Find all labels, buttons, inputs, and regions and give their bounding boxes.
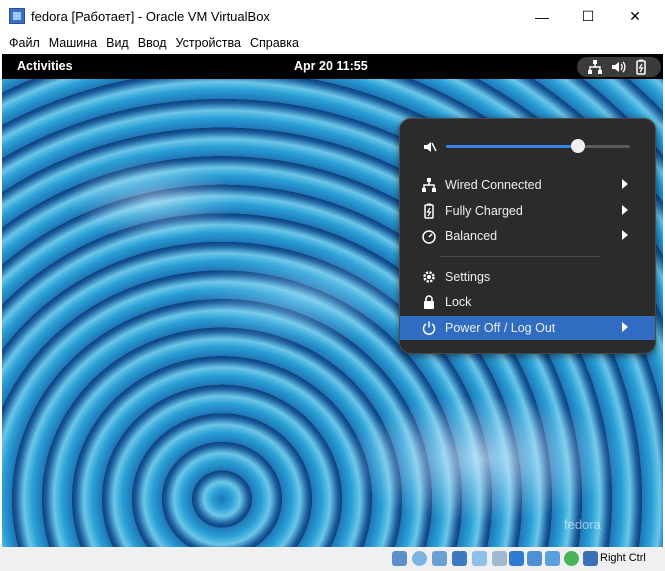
menu-item-label: Lock [445,295,472,309]
submenu-arrow-icon [622,322,628,332]
window-title: fedora [Работает] - Oracle VM VirtualBox [31,9,270,24]
menu-item-lock[interactable]: Lock [400,290,655,314]
virtualbox-status-bar: Right Ctrl [0,547,665,571]
mouse-integration-icon[interactable] [583,551,598,566]
lock-icon [424,295,434,309]
submenu-arrow-icon [622,179,628,189]
menu-item-label: Balanced [445,229,498,243]
clock[interactable]: Apr 20 11:55 [294,59,368,73]
menu-bar: Файл Машина Вид Ввод Устройства Справка [0,33,665,54]
menu-item-label: Fully Charged [445,204,523,218]
menu-item-settings[interactable]: Settings [400,265,655,289]
menu-item-wired[interactable]: Wired Connected [400,173,655,197]
submenu-arrow-icon [622,205,628,215]
menu-item-label: Power Off / Log Out [445,321,556,335]
activities-button[interactable]: Activities [17,59,73,73]
minimize-button[interactable]: — [519,0,565,33]
virtualization-icon[interactable] [545,551,560,566]
volume-slider-knob[interactable] [571,139,586,153]
menu-item-power-mode[interactable]: Balanced [400,224,655,248]
network-icon [588,60,602,74]
menu-separator [440,256,600,257]
recording-icon[interactable] [527,551,542,566]
menu-machine[interactable]: Машина [49,33,97,54]
gear-icon [423,271,435,283]
menu-item-label: Wired Connected [445,178,542,192]
virtualbox-icon [9,8,25,24]
menu-item-label: Settings [445,270,491,284]
usb-icon[interactable] [472,551,487,566]
network-adapter-icon[interactable] [452,551,467,566]
menu-file[interactable]: Файл [9,33,40,54]
menu-item-battery[interactable]: Fully Charged [400,199,655,223]
battery-icon [424,203,434,219]
hard-disk-icon[interactable] [392,551,407,566]
display-icon[interactable] [509,551,524,566]
menu-view[interactable]: Вид [106,33,129,54]
window-titlebar: fedora [Работает] - Oracle VM VirtualBox… [0,0,665,33]
vm-display[interactable]: Activities Apr 20 11:55 fedora Wired Con… [2,54,663,547]
close-button[interactable]: ✕ [612,0,658,33]
maximize-button[interactable]: ☐ [565,0,611,33]
audio-icon[interactable] [432,551,447,566]
fedora-watermark: fedora [564,517,601,532]
system-tray[interactable] [577,57,661,77]
volume-slider[interactable] [446,139,630,153]
guest-additions-icon[interactable] [564,551,579,566]
volume-icon [424,142,437,152]
optical-drive-icon[interactable] [412,551,427,566]
menu-help[interactable]: Справка [250,33,299,54]
speaker-icon [612,61,626,73]
network-icon [422,178,436,192]
power-icon [422,321,436,335]
menu-input[interactable]: Ввод [138,33,167,54]
menu-item-power-off[interactable]: Power Off / Log Out [400,316,655,340]
system-menu: Wired Connected Fully Charged Balanced S… [399,118,656,354]
host-key-label: Right Ctrl [600,552,646,564]
power-profile-icon [422,230,436,244]
menu-devices[interactable]: Устройства [176,33,241,54]
battery-icon [636,59,646,75]
shared-folders-icon[interactable] [492,551,507,566]
submenu-arrow-icon [622,230,628,240]
desktop-wallpaper[interactable]: fedora Wired Connected Fully Charged Bal… [2,79,663,547]
volume-slider-fill [446,145,579,148]
gnome-top-bar: Activities Apr 20 11:55 [2,54,663,79]
